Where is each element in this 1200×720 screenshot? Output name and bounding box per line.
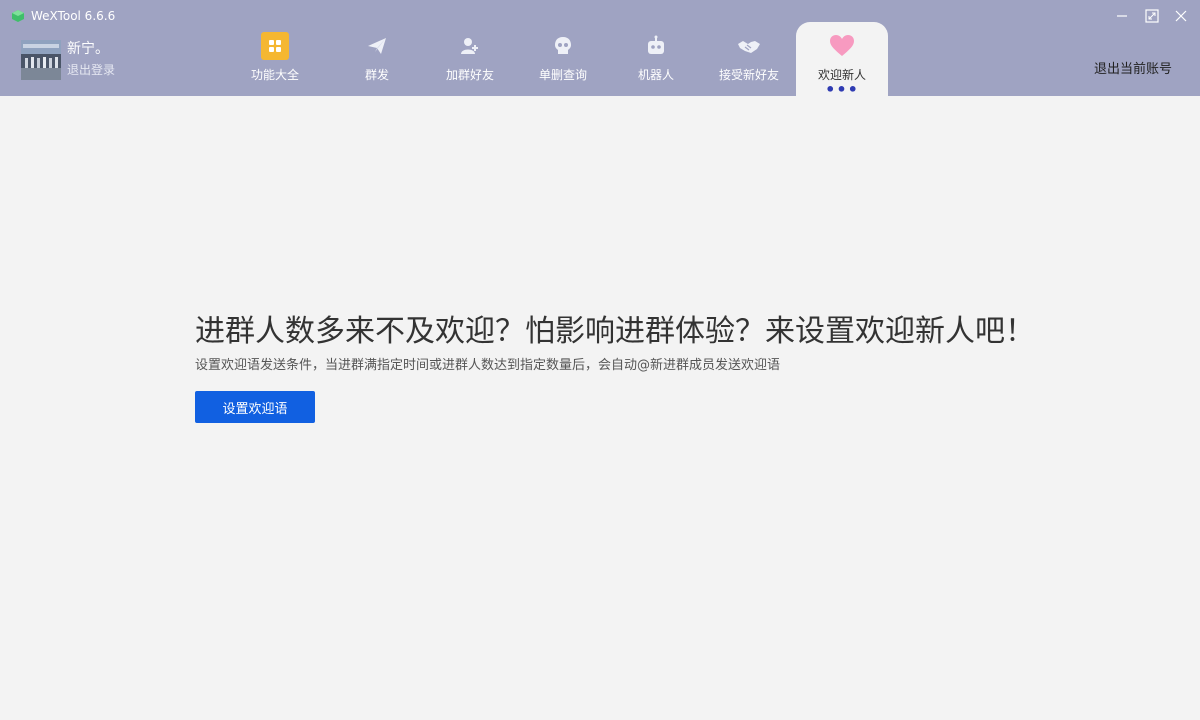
user-name: 新宁。 <box>67 41 109 57</box>
logout-link[interactable]: 退出登录 <box>67 62 115 78</box>
heart-icon <box>828 32 856 60</box>
nav-item-accept-new-friends[interactable]: 接受新好友 <box>711 22 787 96</box>
nav-label-broadcast: 群发 <box>364 68 389 82</box>
app-header: WeXTool 6.6.6 新宁。 退出登录 功能大全 群发 加群好友 单删查询… <box>0 0 1200 98</box>
paper-plane-icon <box>363 32 391 60</box>
nav-label-features: 功能大全 <box>250 68 299 82</box>
avatar[interactable] <box>21 40 61 80</box>
nav-item-broadcast[interactable]: 群发 <box>341 22 413 96</box>
avatar-image <box>21 40 61 80</box>
nav-item-add-group-friends[interactable]: 加群好友 <box>434 22 506 96</box>
app-logo-icon <box>12 10 24 22</box>
minimize-icon <box>1117 15 1127 17</box>
minimize-button[interactable] <box>1112 6 1132 26</box>
app-title: WeXTool 6.6.6 <box>31 9 116 23</box>
handshake-icon <box>735 32 763 60</box>
nav-item-delete-check[interactable]: 单删查询 <box>526 22 600 96</box>
maximize-button[interactable] <box>1142 6 1162 26</box>
nav-label-add-group-friends: 加群好友 <box>445 68 494 82</box>
set-welcome-message-button[interactable]: 设置欢迎语 <box>195 391 315 423</box>
maximize-icon <box>1145 9 1159 23</box>
nav-item-welcome-newcomers[interactable]: 欢迎新人 ••• <box>796 22 888 98</box>
skull-icon <box>549 32 577 60</box>
title-bar: WeXTool 6.6.6 <box>0 0 1200 32</box>
more-icon[interactable]: ••• <box>796 82 888 98</box>
nav-label-accept-new-friends: 接受新好友 <box>718 68 779 82</box>
page-headline: 进群人数多来不及欢迎？怕影响进群体验？来设置欢迎新人吧！ <box>195 314 1035 349</box>
nav-item-robot[interactable]: 机器人 <box>620 22 692 96</box>
grid-icon <box>261 32 289 60</box>
nav-label-delete-check: 单删查询 <box>538 68 587 82</box>
nav-label-robot: 机器人 <box>637 68 674 82</box>
close-icon <box>1175 10 1187 22</box>
nav-item-features[interactable]: 功能大全 <box>239 22 311 96</box>
logout-account-button[interactable]: 退出当前账号 <box>1094 62 1172 78</box>
robot-icon <box>642 32 670 60</box>
add-friend-icon <box>456 32 484 60</box>
close-button[interactable] <box>1171 6 1191 26</box>
page-description: 设置欢迎语发送条件，当进群满指定时间或进群人数达到指定数量后，会自动@新进群成员… <box>195 358 781 373</box>
